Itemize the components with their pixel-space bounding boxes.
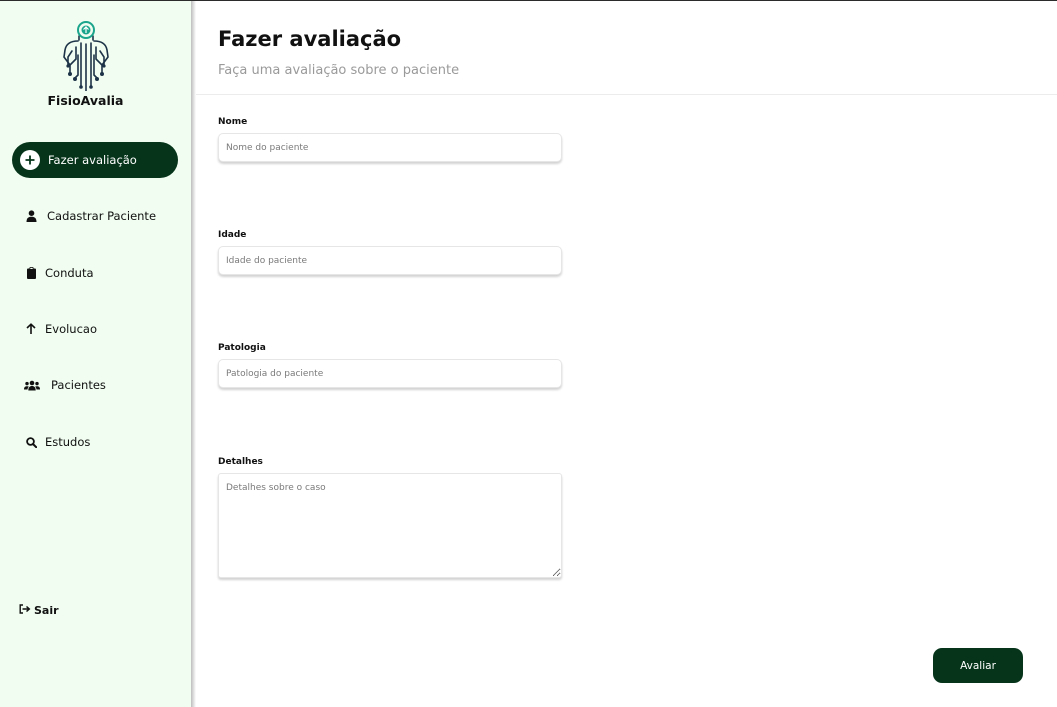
logout-label: Sair [34, 604, 59, 617]
sidebar-shadow [191, 1, 196, 707]
plus-circle-icon [20, 150, 40, 170]
logout-button[interactable]: Sair [19, 604, 59, 617]
sidebar-item-label: Evolucao [45, 322, 97, 336]
header-divider [196, 94, 1057, 95]
pathology-field[interactable] [218, 359, 562, 388]
name-label: Nome [218, 117, 248, 127]
details-textarea[interactable] [218, 473, 562, 578]
search-icon [23, 434, 39, 450]
sign-out-icon [19, 604, 31, 617]
age-label: Idade [218, 230, 247, 240]
sidebar-item-estudos[interactable]: Estudos [12, 424, 178, 460]
details-label: Detalhes [218, 457, 263, 467]
sidebar-item-label: Conduta [45, 266, 94, 280]
sidebar-item-pacientes[interactable]: Pacientes [12, 367, 178, 403]
clipboard-icon [23, 265, 39, 281]
sidebar-item-label: Pacientes [51, 378, 106, 392]
brand-name: FisioAvalia [47, 93, 124, 108]
pathology-label: Patologia [218, 343, 266, 353]
sidebar-item-fazer-avaliacao[interactable]: Fazer avaliação [12, 142, 178, 178]
sidebar-item-evolucao[interactable]: Evolucao [12, 311, 178, 347]
arrow-up-icon [23, 321, 39, 337]
avaliar-button[interactable]: Avaliar [933, 648, 1023, 683]
sidebar-item-label: Fazer avaliação [48, 153, 137, 167]
sidebar-item-cadastrar-paciente[interactable]: Cadastrar Paciente [12, 198, 178, 234]
page-title: Fazer avaliação [218, 27, 402, 51]
user-icon [23, 208, 39, 224]
page-subtitle: Faça uma avaliação sobre o paciente [218, 63, 460, 78]
sidebar-item-label: Estudos [45, 435, 91, 449]
name-field[interactable] [218, 133, 562, 162]
sidebar-item-label: Cadastrar Paciente [47, 209, 157, 223]
sidebar: FisioAvalia Fazer avaliação Cadastrar Pa… [0, 1, 191, 707]
users-icon [23, 377, 41, 393]
age-field[interactable] [218, 246, 562, 275]
sidebar-item-conduta[interactable]: Conduta [12, 255, 178, 291]
fisioavalia-logo [63, 21, 109, 91]
